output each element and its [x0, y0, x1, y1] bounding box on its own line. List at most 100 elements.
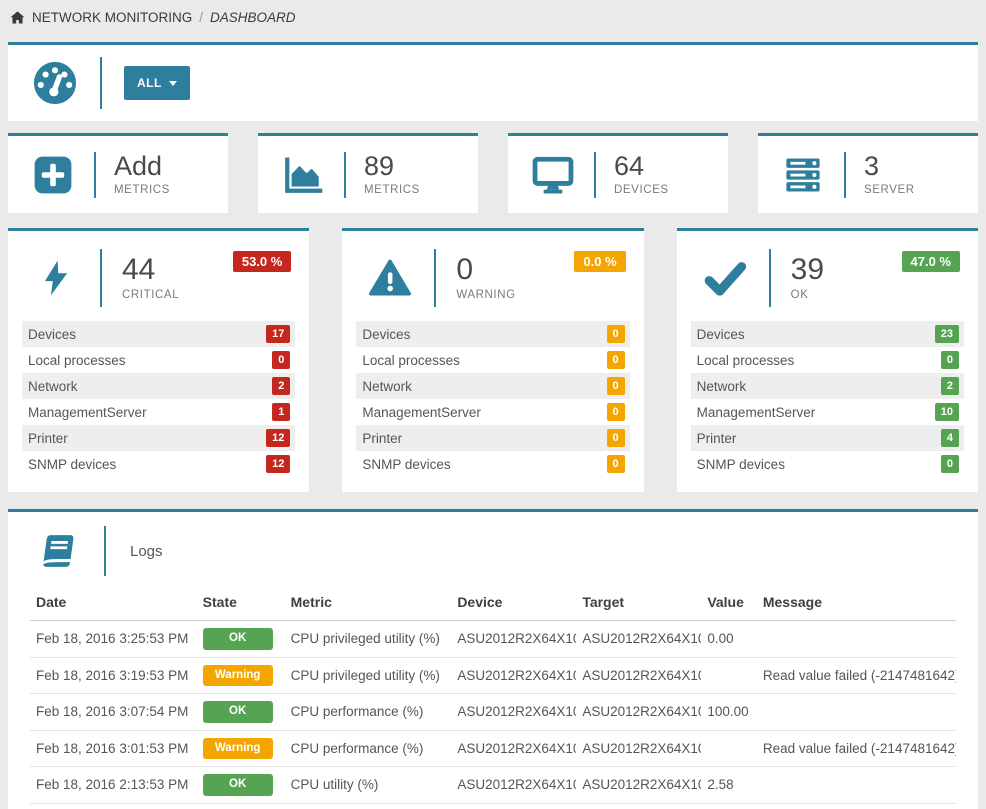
- list-item[interactable]: Local processes0: [691, 347, 964, 373]
- cell-state: Warning: [197, 657, 285, 694]
- count-badge: 2: [941, 377, 959, 395]
- list-item[interactable]: Local processes0: [356, 347, 629, 373]
- metric-card-server[interactable]: 3 SERVER: [758, 133, 978, 213]
- row-label: Devices: [697, 327, 745, 342]
- count-badge: 12: [266, 455, 290, 473]
- status-badge: OK: [203, 701, 273, 723]
- list-item[interactable]: ManagementServer10: [691, 399, 964, 425]
- list-item[interactable]: SNMP devices 0: [691, 451, 964, 477]
- warning-count: 0: [456, 255, 515, 285]
- divider: [434, 249, 436, 307]
- count-badge: 0: [272, 351, 290, 369]
- list-item[interactable]: ManagementServer0: [356, 399, 629, 425]
- cell-device: ASU2012R2X64X10: [451, 621, 576, 658]
- count-badge: 1: [272, 403, 290, 421]
- status-head: 44 CRITICAL 53.0 %: [8, 231, 309, 319]
- list-item[interactable]: Local processes 0: [22, 347, 295, 373]
- breadcrumb: NETWORK MONITORING / DASHBOARD: [0, 0, 986, 34]
- card-value: 89: [364, 153, 420, 181]
- row-label: ManagementServer: [28, 405, 147, 420]
- list-item[interactable]: Network 0: [356, 373, 629, 399]
- logs-title: Logs: [130, 543, 163, 560]
- cell-value: 2.58: [701, 767, 757, 804]
- count-badge: 12: [266, 429, 290, 447]
- row-label: Devices: [28, 327, 76, 342]
- home-icon[interactable]: [10, 10, 25, 25]
- list-item[interactable]: Devices 0: [356, 321, 629, 347]
- ok-percent-badge: 47.0 %: [902, 251, 960, 272]
- cell-state: Warning: [197, 730, 285, 767]
- col-header-message: Message: [757, 588, 956, 621]
- status-head: 0 WARNING 0.0 %: [342, 231, 643, 319]
- count-badge: 0: [607, 377, 625, 395]
- warning-label: WARNING: [456, 289, 515, 301]
- desktop-icon: [530, 153, 576, 197]
- cell-state: OK: [197, 694, 285, 731]
- cell-value: [701, 657, 757, 694]
- list-item[interactable]: Printer 12: [22, 425, 295, 451]
- list-item[interactable]: Printer4: [691, 425, 964, 451]
- cell-value: [701, 730, 757, 767]
- count-badge: 0: [607, 325, 625, 343]
- status-badge: Warning: [203, 738, 273, 760]
- cell-date: Feb 18, 2016 3:19:53 PM: [30, 657, 197, 694]
- table-row[interactable]: Feb 18, 2016 3:25:53 PM OK CPU privilege…: [30, 621, 956, 658]
- row-label: ManagementServer: [362, 405, 481, 420]
- count-badge: 17: [266, 325, 290, 343]
- cell-value: 0.00: [701, 621, 757, 658]
- cell-target: ASU2012R2X64X10: [576, 621, 701, 658]
- table-header-row: Date State Metric Device Target Value Me…: [30, 588, 956, 621]
- status-panel-critical: 44 CRITICAL 53.0 % Devices 17 Local proce…: [8, 228, 309, 492]
- row-label: ManagementServer: [697, 405, 816, 420]
- metric-card-devices[interactable]: 64 DEVICES: [508, 133, 728, 213]
- breadcrumb-separator: /: [199, 10, 203, 25]
- row-label: Printer: [697, 431, 737, 446]
- status-panel-ok: 39 OK 47.0 % Devices23 Local processes0 …: [677, 228, 978, 492]
- count-badge: 0: [941, 455, 959, 473]
- row-label: Network: [362, 379, 412, 394]
- table-row[interactable]: Feb 18, 2016 3:07:54 PM OK CPU performan…: [30, 694, 956, 731]
- metric-card-metrics-count[interactable]: 89 METRICS: [258, 133, 478, 213]
- count-badge: 0: [607, 455, 625, 473]
- cell-target: ASU2012R2X64X10: [576, 730, 701, 767]
- cell-value: 100.00: [701, 694, 757, 731]
- metric-card-add-metrics[interactable]: Add METRICS: [8, 133, 228, 213]
- check-icon: [701, 257, 749, 299]
- book-icon: [34, 531, 80, 571]
- breadcrumb-section[interactable]: NETWORK MONITORING: [32, 10, 192, 25]
- cell-message: Read value failed (-2147481642): [757, 730, 956, 767]
- all-filter-button[interactable]: ALL: [124, 66, 190, 100]
- card-value: Add: [114, 153, 170, 181]
- list-item[interactable]: Devices 23: [691, 321, 964, 347]
- row-label: Network: [697, 379, 747, 394]
- list-item[interactable]: Network2: [22, 373, 295, 399]
- cell-date: Feb 18, 2016 3:01:53 PM: [30, 730, 197, 767]
- cell-device: ASU2012R2X64X10: [451, 657, 576, 694]
- list-item[interactable]: Devices 17: [22, 321, 295, 347]
- row-label: SNMP devices: [697, 457, 785, 472]
- col-header-state: State: [197, 588, 285, 621]
- critical-percent-badge: 53.0 %: [233, 251, 291, 272]
- list-item[interactable]: SNMP devices12: [22, 451, 295, 477]
- list-item[interactable]: SNMP devices0: [356, 451, 629, 477]
- cell-metric: CPU performance (%): [285, 730, 452, 767]
- count-badge: 0: [607, 429, 625, 447]
- divider: [100, 57, 102, 109]
- table-row[interactable]: Feb 18, 2016 2:13:53 PM OK CPU utility (…: [30, 767, 956, 804]
- row-label: Local processes: [28, 353, 126, 368]
- row-label: Devices: [362, 327, 410, 342]
- list-item[interactable]: Network 2: [691, 373, 964, 399]
- status-badge: OK: [203, 774, 273, 796]
- table-row[interactable]: Feb 18, 2016 3:01:53 PM Warning CPU perf…: [30, 730, 956, 767]
- cell-date: Feb 18, 2016 2:13:53 PM: [30, 767, 197, 804]
- list-item[interactable]: Printer0: [356, 425, 629, 451]
- row-label: Printer: [28, 431, 68, 446]
- divider: [594, 152, 596, 198]
- cell-date: Feb 18, 2016 3:07:54 PM: [30, 694, 197, 731]
- row-label: Local processes: [697, 353, 795, 368]
- count-badge: 23: [935, 325, 959, 343]
- critical-count: 44: [122, 255, 179, 285]
- list-item[interactable]: ManagementServer 1: [22, 399, 295, 425]
- table-row[interactable]: Feb 18, 2016 3:19:53 PM Warning CPU priv…: [30, 657, 956, 694]
- cell-metric: CPU privileged utility (%): [285, 657, 452, 694]
